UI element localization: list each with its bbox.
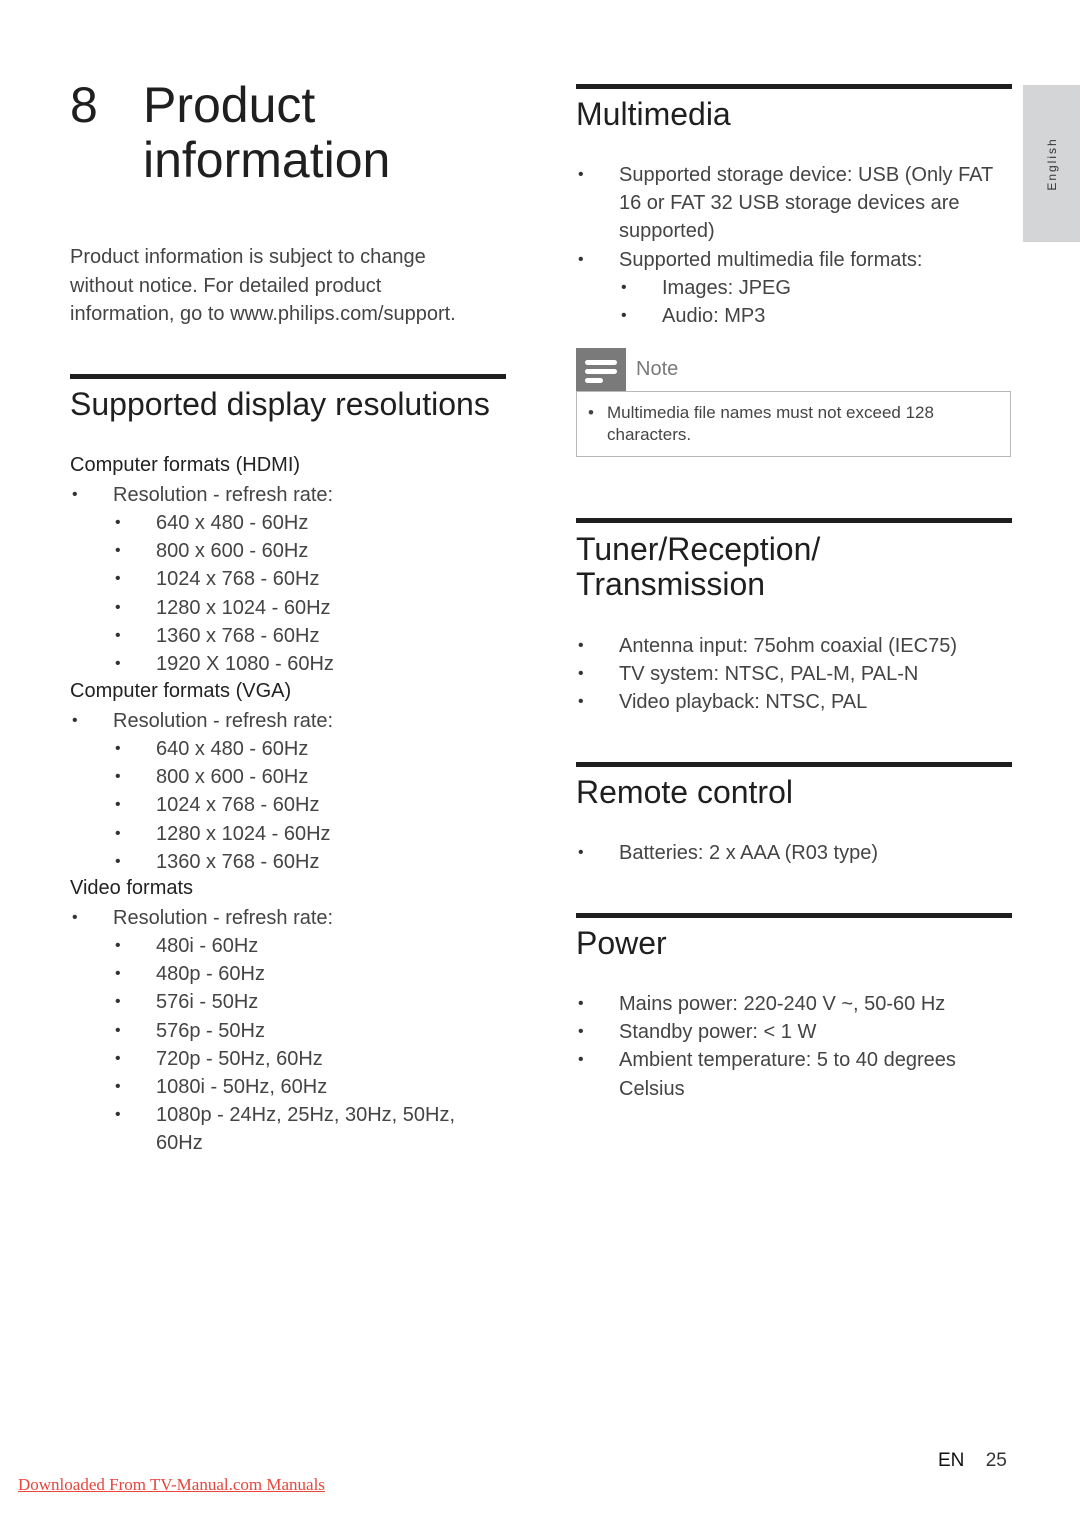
list-item: Audio: MP3 (619, 302, 999, 330)
list-item: TV system: NTSC, PAL-M, PAL-N (576, 660, 1006, 688)
vga-resolution-list: 640 x 480 - 60Hz 800 x 600 - 60Hz 1024 x… (113, 735, 506, 876)
section-title-multimedia: Multimedia (576, 96, 731, 132)
section-rule (576, 762, 1012, 767)
language-tab: English (1023, 85, 1080, 242)
page-number-value: 25 (985, 1450, 1007, 1471)
section-rule (576, 84, 1012, 89)
chapter-title: Product information (143, 77, 391, 188)
note-label: Note (636, 358, 679, 380)
video-resolution-list: 480i - 60Hz 480p - 60Hz 576i - 50Hz 576p… (113, 932, 483, 1158)
language-tab-label: English (1044, 136, 1059, 191)
chapter-number: 8 (70, 77, 98, 133)
section-title-power: Power (576, 925, 667, 961)
list-item: 1280 x 1024 - 60Hz (113, 594, 506, 622)
list-item: 480p - 60Hz (113, 960, 483, 988)
list-item: 1920 X 1080 - 60Hz (113, 650, 506, 678)
bullet-icon: • (588, 403, 594, 422)
list-item: Resolution - refresh rate: (70, 481, 506, 509)
list-item: Mains power: 220-240 V ~, 50-60 Hz (576, 990, 996, 1018)
download-source-link[interactable]: Downloaded From TV-Manual.com Manuals (18, 1475, 325, 1495)
list-item: 1360 x 768 - 60Hz (113, 848, 506, 876)
list-item: 640 x 480 - 60Hz (113, 735, 506, 763)
list-item: 640 x 480 - 60Hz (113, 509, 506, 537)
list-item: 800 x 600 - 60Hz (113, 763, 506, 791)
page-number: EN 25 (938, 1450, 1007, 1472)
section-title-line: Tuner/Reception/ (576, 531, 821, 567)
multimedia-formats-list: Images: JPEG Audio: MP3 (619, 274, 999, 331)
hdmi-list: Resolution - refresh rate: (70, 481, 506, 509)
list-item: 480i - 60Hz (113, 932, 483, 960)
list-item: Supported storage device: USB (Only FAT … (576, 161, 996, 246)
subheading-video: Video formats (70, 877, 194, 899)
section-title-remote: Remote control (576, 774, 793, 810)
vga-list: Resolution - refresh rate: (70, 707, 506, 735)
list-item: Video playback: NTSC, PAL (576, 688, 1006, 716)
section-title-line: Transmission (576, 566, 766, 602)
note-icon (576, 348, 626, 391)
section-title-tuner: Tuner/Reception/ Transmission (576, 532, 820, 602)
list-item: Resolution - refresh rate: (70, 707, 506, 735)
list-item: 576p - 50Hz (113, 1017, 483, 1045)
hdmi-resolution-list: 640 x 480 - 60Hz 800 x 600 - 60Hz 1024 x… (113, 509, 506, 678)
list-item: 800 x 600 - 60Hz (113, 537, 506, 565)
list-item: Images: JPEG (619, 274, 999, 302)
list-item: 1080p - 24Hz, 25Hz, 30Hz, 50Hz, 60Hz (113, 1101, 483, 1157)
subheading-vga: Computer formats (VGA) (70, 680, 292, 702)
list-item: Ambient temperature: 5 to 40 degrees Cel… (576, 1046, 996, 1102)
list-item: 1360 x 768 - 60Hz (113, 622, 506, 650)
video-list: Resolution - refresh rate: (70, 904, 506, 932)
list-item: 1280 x 1024 - 60Hz (113, 820, 506, 848)
power-list: Mains power: 220-240 V ~, 50-60 Hz Stand… (576, 990, 996, 1103)
list-item: 1080i - 50Hz, 60Hz (113, 1073, 483, 1101)
section-title-display-resolutions: Supported display resolutions (70, 386, 490, 422)
list-item: Supported multimedia file formats: (576, 246, 996, 274)
section-rule (70, 374, 506, 379)
multimedia-list: Supported storage device: USB (Only FAT … (576, 161, 996, 274)
list-item: Resolution - refresh rate: (70, 904, 506, 932)
subheading-hdmi: Computer formats (HDMI) (70, 454, 301, 476)
section-rule (576, 913, 1012, 918)
list-item: Antenna input: 75ohm coaxial (IEC75) (576, 632, 1006, 660)
list-item: 1024 x 768 - 60Hz (113, 791, 506, 819)
list-item: 720p - 50Hz, 60Hz (113, 1045, 483, 1073)
list-item: Batteries: 2 x AAA (R03 type) (576, 839, 1006, 867)
list-item: 576i - 50Hz (113, 988, 483, 1016)
list-item: 1024 x 768 - 60Hz (113, 565, 506, 593)
intro-paragraph: Product information is subject to change… (70, 246, 456, 325)
remote-list: Batteries: 2 x AAA (R03 type) (576, 839, 1006, 867)
tuner-list: Antenna input: 75ohm coaxial (IEC75) TV … (576, 632, 1006, 717)
note-body: Multimedia file names must not exceed 12… (607, 403, 934, 444)
note-text: • Multimedia file names must not exceed … (588, 402, 998, 446)
list-item: Standby power: < 1 W (576, 1018, 996, 1046)
page-lang: EN (938, 1450, 965, 1471)
section-rule (576, 518, 1012, 523)
